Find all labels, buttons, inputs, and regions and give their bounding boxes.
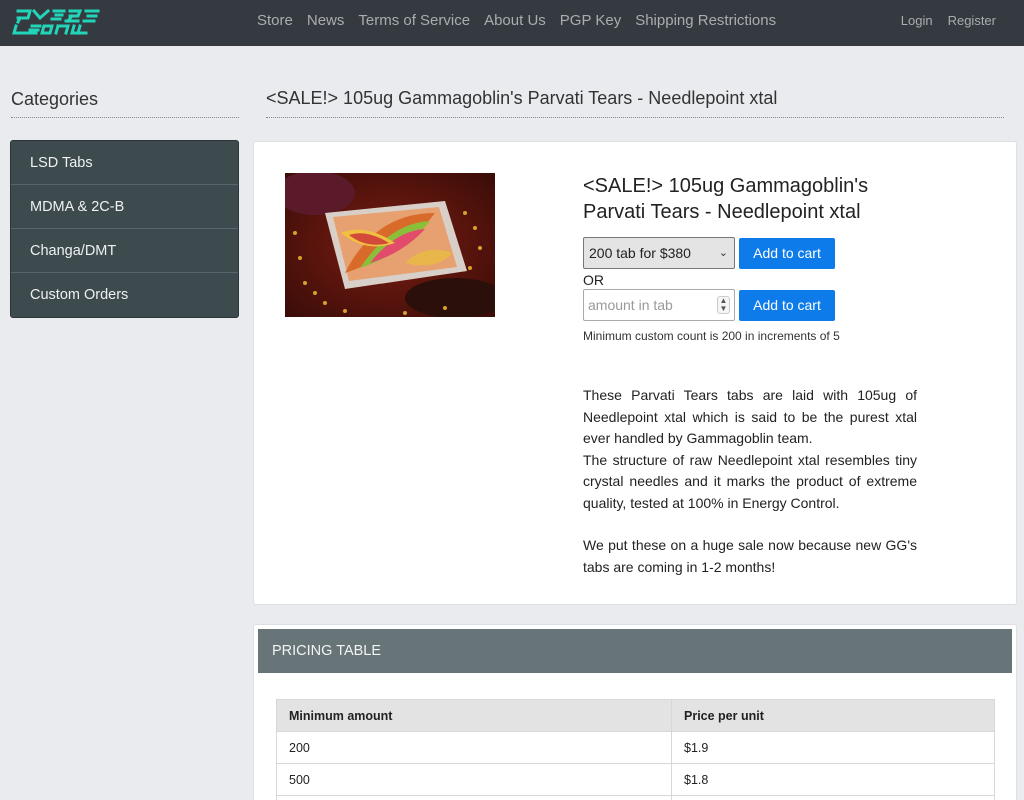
product-image[interactable] [285,173,495,317]
description-paragraph: We put these on a huge sale now because … [583,537,917,575]
table-row: 500 $1.8 [276,763,995,796]
table-row [276,795,995,800]
pricing-table-heading: PRICING TABLE [258,629,1012,673]
nav-shipping-link[interactable]: Shipping Restrictions [635,12,776,30]
sidebar-item-changa-dmt[interactable]: Changa/DMT [11,229,238,273]
pricing-table: Minimum amount Price per unit 200 $1.9 5… [276,699,995,800]
table-header-row: Minimum amount Price per unit [276,699,995,732]
column-header: Minimum amount [276,699,672,732]
site-logo[interactable] [12,8,104,36]
page-title-divider [266,117,1004,118]
pricing-card: PRICING TABLE Minimum amount Price per u… [253,624,1017,800]
description-paragraph: The structure of raw Needlepoint xtal re… [583,451,917,511]
nav-pgp-link[interactable]: PGP Key [560,12,621,30]
custom-order-row: amount in tab ▲ ▼ Add to cart [583,289,917,323]
register-link[interactable]: Register [948,13,996,29]
add-custom-to-cart-button[interactable]: Add to cart [739,290,835,321]
main-nav: Store News Terms of Service About Us PGP… [257,12,790,30]
amount-input[interactable]: amount in tab ▲ ▼ [583,289,735,321]
stepper-icon[interactable]: ▲ ▼ [717,296,730,314]
top-navbar: Store News Terms of Service About Us PGP… [0,0,1024,46]
quantity-select[interactable]: 200 tab for $380 ⌄ [583,237,735,269]
category-list: LSD Tabs MDMA & 2C-B Changa/DMT Custom O… [10,140,239,318]
sidebar-item-custom-orders[interactable]: Custom Orders [11,273,238,317]
page-title: <SALE!> 105ug Gammagoblin's Parvati Tear… [266,88,778,108]
nav-store-link[interactable]: Store [257,12,293,30]
sidebar-item-lsd-tabs[interactable]: LSD Tabs [11,141,238,185]
amount-input-placeholder: amount in tab [588,297,673,313]
table-cell: 200 [276,731,672,764]
table-cell [276,795,672,800]
product-title: <SALE!> 105ug Gammagoblin's Parvati Tear… [583,175,869,223]
table-cell: $1.9 [671,731,995,764]
table-cell: 500 [276,763,672,796]
nav-news-link[interactable]: News [307,12,345,30]
preset-order-row: 200 tab for $380 ⌄ Add to cart [583,237,917,271]
nav-about-link[interactable]: About Us [484,12,546,30]
table-cell [671,795,995,800]
nav-terms-link[interactable]: Terms of Service [358,12,470,30]
sidebar-divider [11,117,239,118]
description-paragraph: These Parvati Tears tabs are laid with 1… [583,387,917,446]
login-link[interactable]: Login [901,13,933,29]
product-card: <SALE!> 105ug Gammagoblin's Parvati Tear… [253,141,1017,605]
minimum-count-hint: Minimum custom count is 200 in increment… [583,329,840,343]
table-row: 200 $1.9 [276,731,995,764]
column-header: Price per unit [671,699,995,732]
chevron-down-icon: ⌄ [718,247,728,259]
sidebar-item-mdma[interactable]: MDMA & 2C-B [11,185,238,229]
product-info: <SALE!> 105ug Gammagoblin's Parvati Tear… [583,173,917,578]
quantity-select-value: 200 tab for $380 [589,245,691,261]
add-to-cart-button[interactable]: Add to cart [739,238,835,269]
table-cell: $1.8 [671,763,995,796]
auth-links: Login Register [886,13,996,29]
sidebar-title: Categories [11,89,99,109]
or-separator: OR [583,272,604,288]
product-description: These Parvati Tears tabs are laid with 1… [583,385,917,578]
